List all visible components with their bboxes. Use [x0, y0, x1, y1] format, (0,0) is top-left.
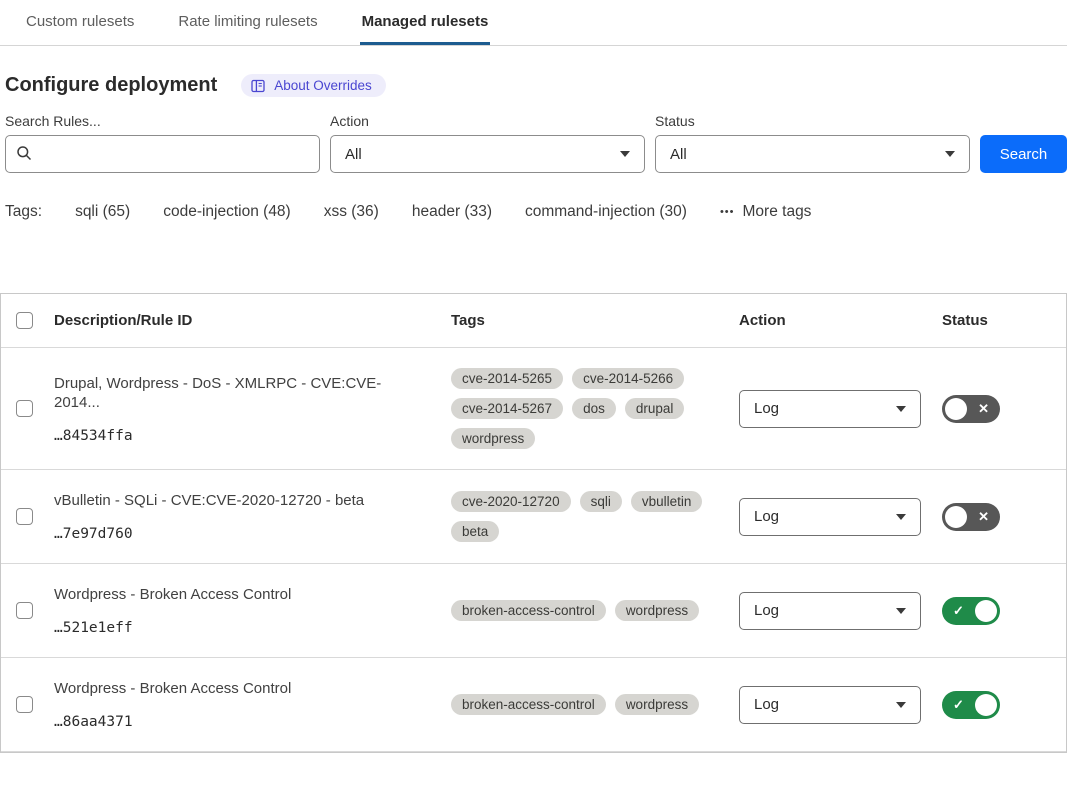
check-icon: ✓	[953, 697, 964, 713]
tab-rate-limiting-rulesets[interactable]: Rate limiting rulesets	[176, 0, 319, 45]
tag-filter-header[interactable]: header (33)	[412, 203, 492, 221]
status-toggle[interactable]: ✓ ✕	[942, 597, 1000, 625]
tags-bar-label: Tags:	[5, 203, 42, 221]
tag-pill: sqli	[580, 491, 622, 512]
about-overrides-label: About Overrides	[274, 78, 372, 93]
toggle-knob	[945, 506, 967, 528]
table-header-row: Description/Rule ID Tags Action Status	[1, 294, 1066, 348]
column-header-status: Status	[942, 312, 1066, 329]
action-select-value: Log	[754, 696, 779, 713]
rule-id: …86aa4371	[54, 714, 421, 730]
tab-custom-rulesets[interactable]: Custom rulesets	[24, 0, 136, 45]
rules-table: Description/Rule ID Tags Action Status D…	[0, 293, 1067, 753]
tag-filter-code-injection[interactable]: code-injection (48)	[163, 203, 291, 221]
x-icon: ✕	[978, 509, 989, 525]
tag-pill: cve-2014-5265	[451, 368, 563, 389]
page-title: Configure deployment	[5, 74, 217, 97]
row-checkbox[interactable]	[16, 602, 33, 619]
action-filter-select[interactable]: All	[330, 135, 645, 173]
action-select-value: Log	[754, 400, 779, 417]
tag-pill: vbulletin	[631, 491, 703, 512]
search-button[interactable]: Search	[980, 135, 1067, 173]
tag-filter-command-injection[interactable]: command-injection (30)	[525, 203, 687, 221]
tag-pill: cve-2020-12720	[451, 491, 571, 512]
chevron-down-icon	[896, 514, 906, 520]
table-row: vBulletin - SQLi - CVE:CVE-2020-12720 - …	[1, 470, 1066, 564]
tag-pills: cve-2020-12720 sqli vbulletin beta	[451, 491, 739, 542]
tab-managed-rulesets[interactable]: Managed rulesets	[360, 0, 491, 45]
row-checkbox[interactable]	[16, 696, 33, 713]
status-toggle[interactable]: ✓ ✕	[942, 691, 1000, 719]
action-filter-value: All	[345, 146, 362, 163]
tag-pills: broken-access-control wordpress	[451, 694, 739, 715]
tag-pill: wordpress	[451, 428, 535, 449]
row-checkbox[interactable]	[16, 508, 33, 525]
status-toggle[interactable]: ✓ ✕	[942, 395, 1000, 423]
about-overrides-badge[interactable]: About Overrides	[241, 74, 386, 97]
search-rules-label: Search Rules...	[5, 113, 320, 129]
tag-pill: drupal	[625, 398, 685, 419]
chevron-down-icon	[896, 608, 906, 614]
table-row: Wordpress - Broken Access Control …86aa4…	[1, 658, 1066, 752]
tag-pills: broken-access-control wordpress	[451, 600, 739, 621]
tag-pills: cve-2014-5265 cve-2014-5266 cve-2014-5267 d…	[451, 368, 739, 449]
more-tags-button[interactable]: ••• More tags	[720, 203, 811, 221]
action-select[interactable]: Log	[739, 592, 921, 630]
action-select[interactable]: Log	[739, 498, 921, 536]
chevron-down-icon	[896, 406, 906, 412]
column-header-action: Action	[739, 312, 942, 329]
tag-filter-xss[interactable]: xss (36)	[324, 203, 379, 221]
check-icon: ✓	[953, 603, 964, 619]
toggle-knob	[975, 694, 997, 716]
rule-description: Drupal, Wordpress - DoS - XMLRPC - CVE:C…	[54, 374, 421, 413]
chevron-down-icon	[896, 702, 906, 708]
rule-id: …84534ffa	[54, 428, 421, 444]
rule-id: …7e97d760	[54, 526, 421, 542]
book-icon	[251, 79, 266, 93]
filter-bar: Search Rules... Action All Status All Se…	[5, 113, 1067, 173]
column-header-tags: Tags	[451, 312, 739, 329]
table-body: Drupal, Wordpress - DoS - XMLRPC - CVE:C…	[1, 348, 1066, 752]
x-icon: ✕	[978, 401, 989, 417]
row-checkbox[interactable]	[16, 400, 33, 417]
tag-pill: wordpress	[615, 694, 699, 715]
chevron-down-icon	[620, 151, 630, 157]
tag-filter-sqli[interactable]: sqli (65)	[75, 203, 130, 221]
toggle-knob	[975, 600, 997, 622]
tag-pill: dos	[572, 398, 616, 419]
more-tags-label: More tags	[743, 203, 812, 221]
heading-row: Configure deployment About Overrides	[5, 74, 1067, 97]
status-toggle[interactable]: ✓ ✕	[942, 503, 1000, 531]
rule-id: …521e1eff	[54, 620, 421, 636]
tag-pill: broken-access-control	[451, 600, 606, 621]
rule-description: Wordpress - Broken Access Control	[54, 585, 421, 605]
action-filter-label: Action	[330, 113, 645, 129]
ellipsis-icon: •••	[720, 206, 735, 218]
tag-pill: cve-2014-5266	[572, 368, 684, 389]
rule-description: Wordpress - Broken Access Control	[54, 679, 421, 699]
status-filter-select[interactable]: All	[655, 135, 970, 173]
tag-pill: beta	[451, 521, 499, 542]
search-rules-input[interactable]	[5, 135, 320, 173]
table-row: Drupal, Wordpress - DoS - XMLRPC - CVE:C…	[1, 348, 1066, 470]
chevron-down-icon	[945, 151, 955, 157]
table-row: Wordpress - Broken Access Control …521e1…	[1, 564, 1066, 658]
action-select-value: Log	[754, 602, 779, 619]
ruleset-tabs: Custom rulesets Rate limiting rulesets M…	[0, 0, 1067, 46]
action-select[interactable]: Log	[739, 686, 921, 724]
tag-pill: broken-access-control	[451, 694, 606, 715]
tag-pill: wordpress	[615, 600, 699, 621]
status-filter-label: Status	[655, 113, 970, 129]
tags-bar: Tags: sqli (65) code-injection (48) xss …	[5, 203, 1067, 221]
tag-pill: cve-2014-5267	[451, 398, 563, 419]
search-icon	[16, 145, 32, 166]
select-all-checkbox[interactable]	[16, 312, 33, 329]
status-filter-value: All	[670, 146, 687, 163]
action-select[interactable]: Log	[739, 390, 921, 428]
column-header-description: Description/Rule ID	[54, 312, 451, 329]
toggle-knob	[945, 398, 967, 420]
action-select-value: Log	[754, 508, 779, 525]
rule-description: vBulletin - SQLi - CVE:CVE-2020-12720 - …	[54, 491, 421, 511]
